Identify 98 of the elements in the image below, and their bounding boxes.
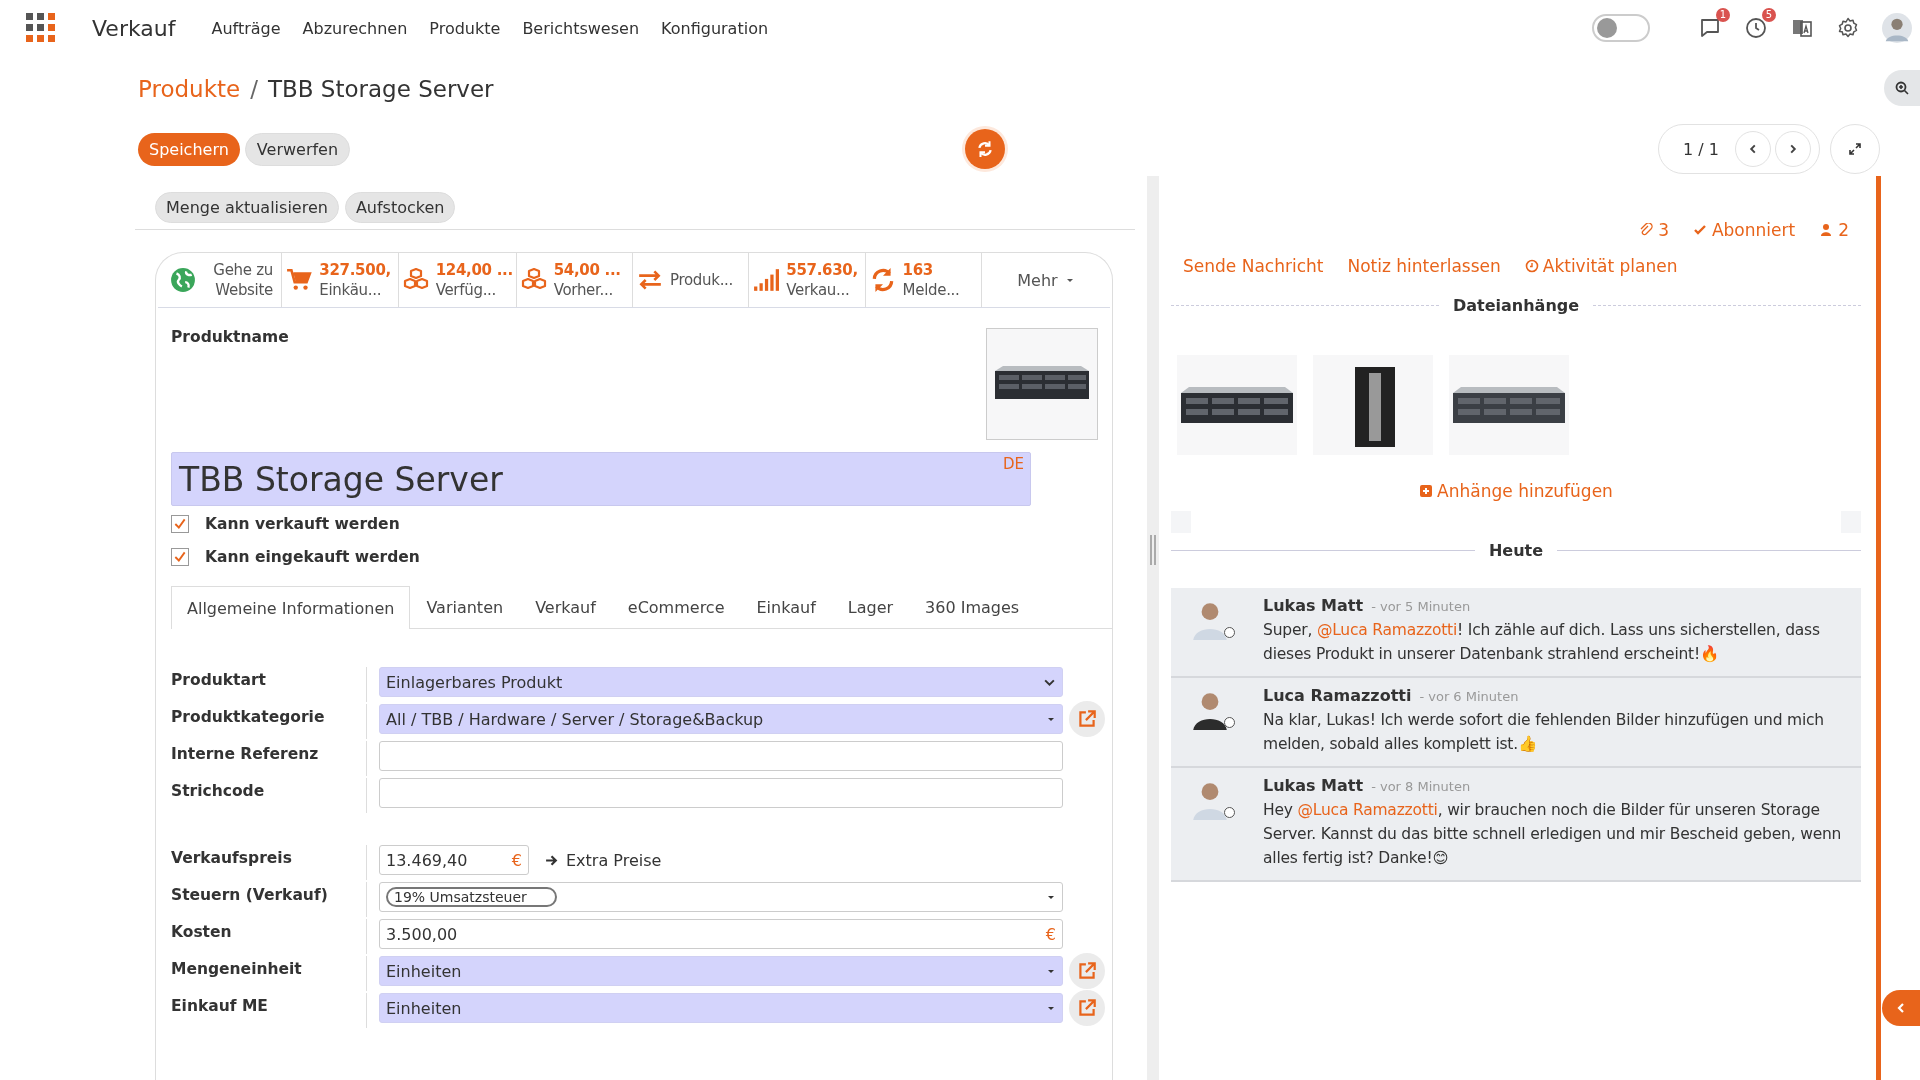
- extra-prices-link[interactable]: Extra Preise: [545, 850, 662, 870]
- pager-counter[interactable]: 1 / 1: [1683, 139, 1719, 159]
- activity-count: 5: [1761, 8, 1776, 22]
- tab[interactable]: eCommerce: [611, 586, 741, 628]
- menu-item[interactable]: Produkte: [429, 18, 501, 38]
- message-time: - vor 8 Minuten: [1371, 779, 1471, 794]
- external-link-icon: [1076, 960, 1098, 982]
- input-field[interactable]: [379, 741, 1063, 771]
- message-time: - vor 5 Minuten: [1371, 599, 1471, 614]
- action-button[interactable]: Menge aktualisieren: [155, 192, 339, 223]
- notification-count: 1: [1715, 8, 1730, 22]
- tab[interactable]: Verkauf: [519, 586, 612, 628]
- field-label: Mengeneinheit: [171, 959, 303, 978]
- external-link-icon: [1076, 997, 1098, 1019]
- checkbox-label: Kann eingekauft werden: [205, 547, 420, 566]
- checkbox[interactable]: [171, 514, 189, 533]
- message-text: Na klar, Lukas! Ich werde sofort die fehlenden Bilder hinzufügen und mich melden, sobald alles komplett ist.👍: [1263, 710, 1825, 755]
- price-field[interactable]: 13.469,40 €: [379, 845, 529, 875]
- action-button[interactable]: Aufstocken: [344, 192, 456, 223]
- field-label: Produktkategorie: [171, 707, 326, 726]
- signal-bars-icon: [753, 267, 780, 293]
- check-icon: [1692, 223, 1707, 237]
- settings-icon[interactable]: [1836, 16, 1860, 40]
- field-label: Verkaufspreis: [171, 848, 293, 867]
- external-link-button[interactable]: [1069, 990, 1105, 1026]
- field-label: Produktart: [171, 670, 267, 689]
- person-icon: [1819, 223, 1834, 237]
- author-name: Lukas Matt: [1263, 596, 1364, 615]
- breadcrumb-current: TBB Storage Server: [267, 76, 494, 102]
- field-label: Interne Referenz: [171, 744, 320, 763]
- external-link-icon: [1076, 708, 1098, 730]
- message-time: - vor 6 Minuten: [1419, 689, 1519, 704]
- globe-icon: [170, 267, 196, 293]
- input-field[interactable]: [379, 778, 1063, 808]
- stat-button[interactable]: 557.630, Verkau...: [749, 253, 866, 307]
- menu-item[interactable]: Abzurechnen: [302, 18, 408, 38]
- tab[interactable]: Lager: [831, 586, 910, 628]
- chevron-left-icon: [1895, 1002, 1907, 1014]
- author-name: Lukas Matt: [1263, 776, 1364, 795]
- refresh-icon: [976, 140, 994, 158]
- select-field[interactable]: Einlagerbares Produkt: [379, 667, 1063, 697]
- discard-button[interactable]: Verwerfen: [244, 132, 351, 166]
- plus-icon: [1419, 484, 1434, 498]
- tab[interactable]: Allgemeine Informationen: [171, 586, 411, 629]
- field-label: Einkauf ME: [171, 996, 269, 1015]
- dropdown-field[interactable]: All / TBB / Hardware / Server / Storage&Backup: [379, 704, 1063, 734]
- field-label: Strichcode: [171, 781, 266, 800]
- stat-button[interactable]: Produk...: [632, 253, 750, 307]
- stat-button[interactable]: Gehe zu Website: [166, 253, 283, 307]
- app-title: Verkauf: [92, 15, 176, 41]
- refresh-button[interactable]: [965, 129, 1005, 169]
- field-label: Produktname: [171, 328, 289, 348]
- zoom-button[interactable]: [1884, 70, 1920, 106]
- paperclip-icon: [1639, 223, 1654, 237]
- dropdown-field[interactable]: Einheiten: [379, 993, 1063, 1023]
- stat-button[interactable]: 124,00 ... Verfüg...: [398, 253, 517, 307]
- tab[interactable]: Varianten: [410, 586, 520, 628]
- field-label: Steuern (Verkauf): [171, 885, 329, 904]
- date-separator: Heute: [1488, 541, 1544, 560]
- tag[interactable]: 19% Umsatzsteuer: [386, 887, 557, 907]
- message-text: Super, @Luca Ramazzotti! Ich zähle auf dich. Lass uns sicherstellen, dass dieses Produkt in unserer Datenbank strahlend erscheint!🔥: [1263, 620, 1821, 665]
- field-label: Kosten: [171, 922, 233, 941]
- arrow-right-icon: [545, 853, 558, 867]
- clock-icon: [1524, 259, 1539, 273]
- price-field[interactable]: 3.500,00 €: [379, 919, 1063, 949]
- resize-handle[interactable]: [1150, 535, 1156, 565]
- status-icon: [1224, 627, 1235, 638]
- stat-button[interactable]: 327.500, Einkäu...: [282, 253, 399, 307]
- apps-menu-icon[interactable]: [26, 13, 56, 43]
- section-title: Dateianhänge: [1452, 296, 1580, 315]
- tab[interactable]: 360 Images: [909, 586, 1036, 628]
- menu-item[interactable]: Konfiguration: [661, 18, 769, 38]
- breadcrumb-separator: /: [250, 76, 258, 102]
- message-text: Hey @Luca Ramazzotti, wir brauchen noch die Bilder für unseren Storage Server. Kannst du das bitte schnell erledigen und mir Bescheid geben, wenn alles fertig ist? Danke!😊: [1263, 800, 1843, 869]
- tags-field[interactable]: 19% Umsatzsteuer: [379, 882, 1063, 912]
- collapse-button[interactable]: [1882, 990, 1920, 1026]
- cart-icon: [286, 267, 313, 293]
- checkbox-label: Kann verkauft werden: [205, 514, 400, 533]
- product-name-field[interactable]: TBB Storage Server DE: [171, 452, 1031, 506]
- dropdown-field[interactable]: Einheiten: [379, 956, 1063, 986]
- menu-item[interactable]: Aufträge: [211, 18, 281, 38]
- status-icon: [1224, 807, 1235, 818]
- external-link-button[interactable]: [1069, 953, 1105, 989]
- stat-button[interactable]: 163 Melde...: [865, 253, 982, 307]
- user-avatar[interactable]: [1882, 13, 1912, 43]
- stat-button[interactable]: 54,00 ... Vorher...: [516, 253, 633, 307]
- clock-icon[interactable]: [1744, 16, 1768, 40]
- zoom-in-icon: [1894, 80, 1910, 96]
- status-icon: [1224, 717, 1235, 728]
- menu-item[interactable]: Berichtswesen: [522, 18, 640, 38]
- author-name: Luca Ramazzotti: [1263, 686, 1412, 705]
- checkbox[interactable]: [171, 547, 189, 566]
- more-dropdown[interactable]: Mehr: [981, 253, 1110, 307]
- tab[interactable]: Einkauf: [740, 586, 832, 628]
- external-link-button[interactable]: [1069, 701, 1105, 737]
- toggle-switch[interactable]: [1592, 14, 1650, 42]
- chat-icon[interactable]: [1698, 16, 1722, 40]
- expand-icon: [1847, 141, 1863, 157]
